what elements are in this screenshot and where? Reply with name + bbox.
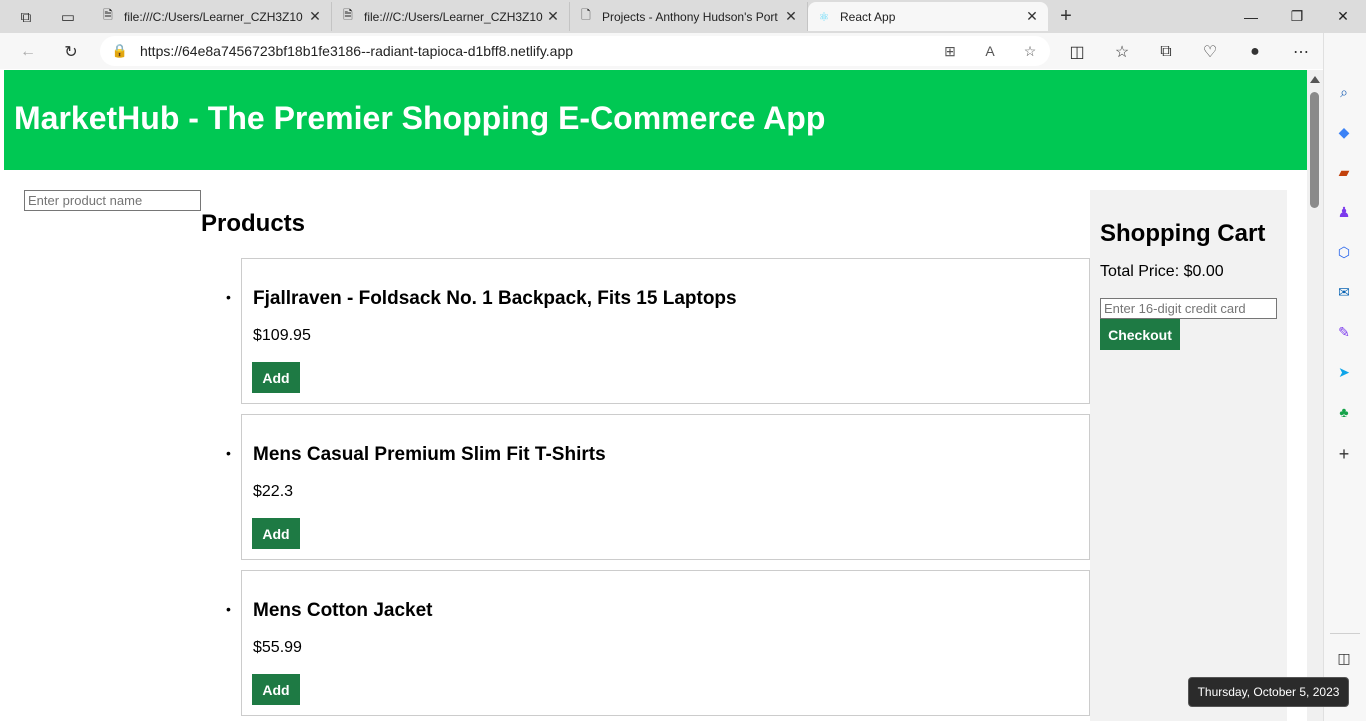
- more-options-icon[interactable]: ⋯: [1288, 39, 1314, 65]
- tab-title: Projects - Anthony Hudson's Port: [602, 9, 778, 24]
- product-price: $109.95: [253, 327, 311, 344]
- tab-actions-icon[interactable]: ▭: [57, 6, 79, 28]
- product-price: $55.99: [253, 639, 302, 656]
- web-page: MarketHub - The Premier Shopping E-Comme…: [4, 70, 1307, 721]
- games-icon[interactable]: ♟: [1333, 201, 1355, 223]
- tab-file-2[interactable]: 🗎 file:///C:/Users/Learner_CZH3Z10 ✕: [332, 2, 570, 31]
- product-name: Mens Cotton Jacket: [253, 600, 433, 621]
- app-available-icon[interactable]: ⊞: [930, 43, 970, 60]
- product-name: Fjallraven - Foldsack No. 1 Backpack, Fi…: [253, 288, 737, 309]
- close-icon[interactable]: ✕: [545, 8, 561, 25]
- tab-strip: ⧉ ▭ 🗎 file:///C:/Users/Learner_CZH3Z10 ✕…: [0, 0, 1366, 33]
- microsoft-365-icon[interactable]: ⬡: [1333, 241, 1355, 263]
- tab-file-1[interactable]: 🗎 file:///C:/Users/Learner_CZH3Z10 ✕: [92, 2, 332, 31]
- add-button[interactable]: Add: [252, 674, 300, 705]
- shopping-cart-panel: Shopping Cart Total Price: $0.00 Checkou…: [1090, 190, 1287, 721]
- products-heading: Products: [201, 210, 306, 237]
- close-icon[interactable]: ✕: [307, 8, 323, 25]
- list-bullet: •: [226, 289, 231, 305]
- sidebar-divider: [1330, 633, 1360, 634]
- product-card: • Mens Cotton Jacket $55.99 Add: [226, 570, 1090, 716]
- list-bullet: •: [226, 445, 231, 461]
- new-tab-button[interactable]: +: [1054, 5, 1078, 29]
- navigation-bar: ← ↻ 🔒 https://64e8a7456723bf18b1fe3186--…: [0, 33, 1366, 69]
- favorites-icon[interactable]: ☆: [1109, 39, 1135, 65]
- close-icon[interactable]: ✕: [1024, 8, 1040, 25]
- product-name: Mens Casual Premium Slim Fit T-Shirts: [253, 444, 606, 465]
- credit-card-input[interactable]: [1100, 298, 1277, 319]
- file-pdf-icon: 🗎: [103, 8, 113, 22]
- date-tooltip: Thursday, October 5, 2023: [1188, 677, 1349, 707]
- app-header: MarketHub - The Premier Shopping E-Comme…: [4, 70, 1307, 170]
- add-button[interactable]: Add: [252, 518, 300, 549]
- close-icon[interactable]: ✕: [783, 8, 799, 25]
- file-pdf-icon: 🗎: [343, 8, 353, 22]
- profile-icon[interactable]: ●: [1242, 39, 1268, 65]
- back-button[interactable]: ←: [15, 39, 41, 65]
- address-bar[interactable]: 🔒 https://64e8a7456723bf18b1fe3186--radi…: [100, 36, 1050, 66]
- page-scrollbar[interactable]: [1307, 70, 1323, 721]
- minimize-button[interactable]: —: [1228, 0, 1274, 33]
- outlook-icon[interactable]: ✉: [1333, 281, 1355, 303]
- checkout-button[interactable]: Checkout: [1100, 319, 1180, 350]
- tab-projects[interactable]: 🗋 Projects - Anthony Hudson's Port ✕: [570, 2, 808, 31]
- designer-icon[interactable]: ✎: [1333, 321, 1355, 343]
- tools-icon[interactable]: ▰: [1333, 161, 1355, 183]
- product-list: • Fjallraven - Foldsack No. 1 Backpack, …: [226, 258, 1090, 721]
- tab-title: file:///C:/Users/Learner_CZH3Z10: [124, 9, 303, 24]
- read-aloud-icon[interactable]: A: [970, 43, 1010, 59]
- refresh-button[interactable]: ↻: [58, 39, 84, 65]
- scroll-up-arrow-icon[interactable]: [1310, 76, 1320, 83]
- collections-icon[interactable]: ⧉: [1153, 39, 1179, 65]
- add-sidebar-app-icon[interactable]: +: [1333, 443, 1355, 465]
- product-price: $22.3: [253, 483, 294, 500]
- tree-icon[interactable]: ♣: [1333, 401, 1355, 423]
- search-icon[interactable]: ⌕: [1333, 81, 1355, 103]
- hide-sidebar-icon[interactable]: ◫: [1333, 647, 1355, 669]
- app-title: MarketHub - The Premier Shopping E-Comme…: [14, 100, 826, 136]
- product-card: • Fjallraven - Foldsack No. 1 Backpack, …: [226, 258, 1090, 404]
- page-icon: 🗋: [581, 8, 591, 22]
- cart-heading: Shopping Cart: [1100, 220, 1266, 247]
- scroll-thumb[interactable]: [1310, 92, 1319, 208]
- url-text[interactable]: https://64e8a7456723bf18b1fe3186--radian…: [140, 43, 930, 59]
- browser-essentials-icon[interactable]: ♡: [1197, 39, 1223, 65]
- tab-react-app[interactable]: ⚛ React App ✕: [808, 2, 1048, 31]
- restore-button[interactable]: ❐: [1274, 0, 1320, 33]
- shopping-tag-icon[interactable]: ◆: [1333, 121, 1355, 143]
- close-window-button[interactable]: ✕: [1320, 0, 1366, 33]
- add-button[interactable]: Add: [252, 362, 300, 393]
- send-icon[interactable]: ➤: [1333, 361, 1355, 383]
- list-bullet: •: [226, 601, 231, 617]
- edge-sidebar: ⌕ ◆ ▰ ♟ ⬡ ✉ ✎ ➤ ♣ + ◫: [1323, 33, 1366, 721]
- search-input[interactable]: [24, 190, 201, 211]
- react-icon: ⚛: [818, 9, 830, 24]
- favorite-star-icon[interactable]: ☆: [1010, 43, 1050, 60]
- split-screen-icon[interactable]: ◫: [1064, 39, 1090, 65]
- tab-title: React App: [840, 9, 896, 24]
- cart-total: Total Price: $0.00: [1100, 263, 1224, 280]
- lock-icon[interactable]: 🔒: [100, 43, 140, 59]
- tab-title: file:///C:/Users/Learner_CZH3Z10: [364, 9, 543, 24]
- workspaces-icon[interactable]: ⧉: [15, 6, 37, 28]
- product-card: • Mens Casual Premium Slim Fit T-Shirts …: [226, 414, 1090, 560]
